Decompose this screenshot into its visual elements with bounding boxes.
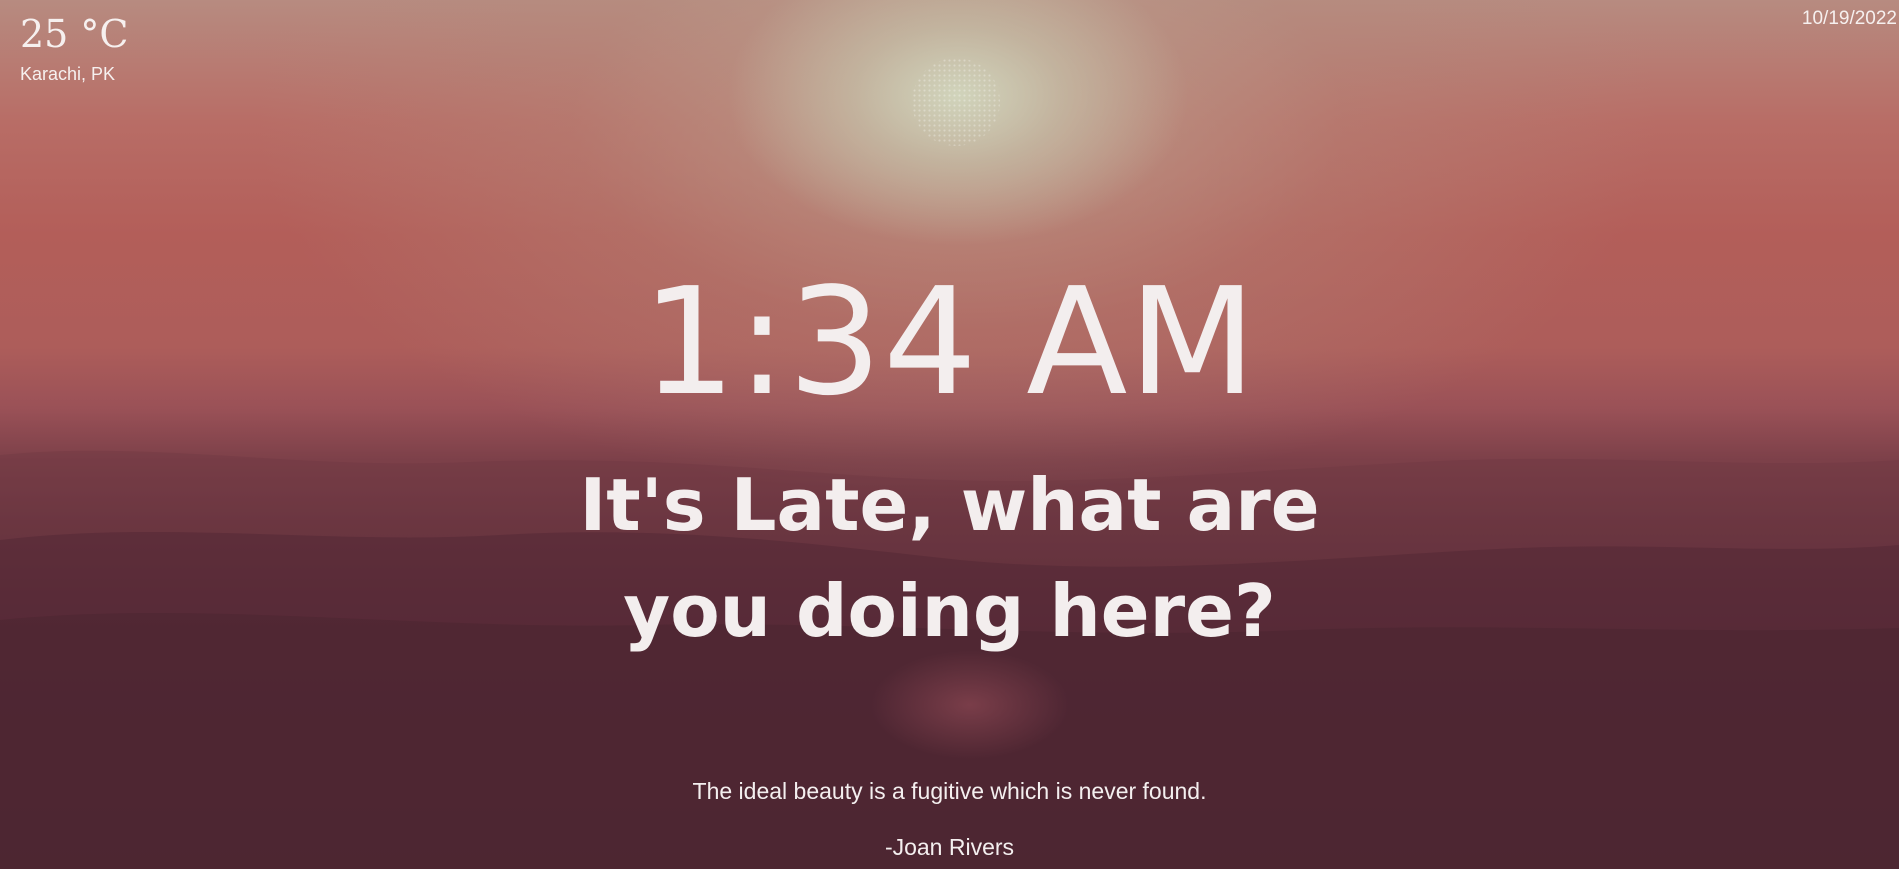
date: 10/19/2022 <box>1801 8 1897 29</box>
greeting-text: It's Late, what are you doing here? <box>579 463 1320 653</box>
quote-author: -Joan Rivers <box>884 834 1015 860</box>
sun-glow <box>912 58 1000 146</box>
sun-reflection <box>870 650 1070 760</box>
temperature: 25 °C <box>20 12 129 56</box>
location: Karachi, PK <box>20 64 116 84</box>
clock-time: 1:34 AM <box>641 256 1258 428</box>
quote-text: The ideal beauty is a fugitive which is … <box>692 778 1207 804</box>
greeting-message: It's Late, what are you doing here? <box>0 452 1899 664</box>
weather-widget: 25 °C Karachi, PK <box>20 12 129 86</box>
